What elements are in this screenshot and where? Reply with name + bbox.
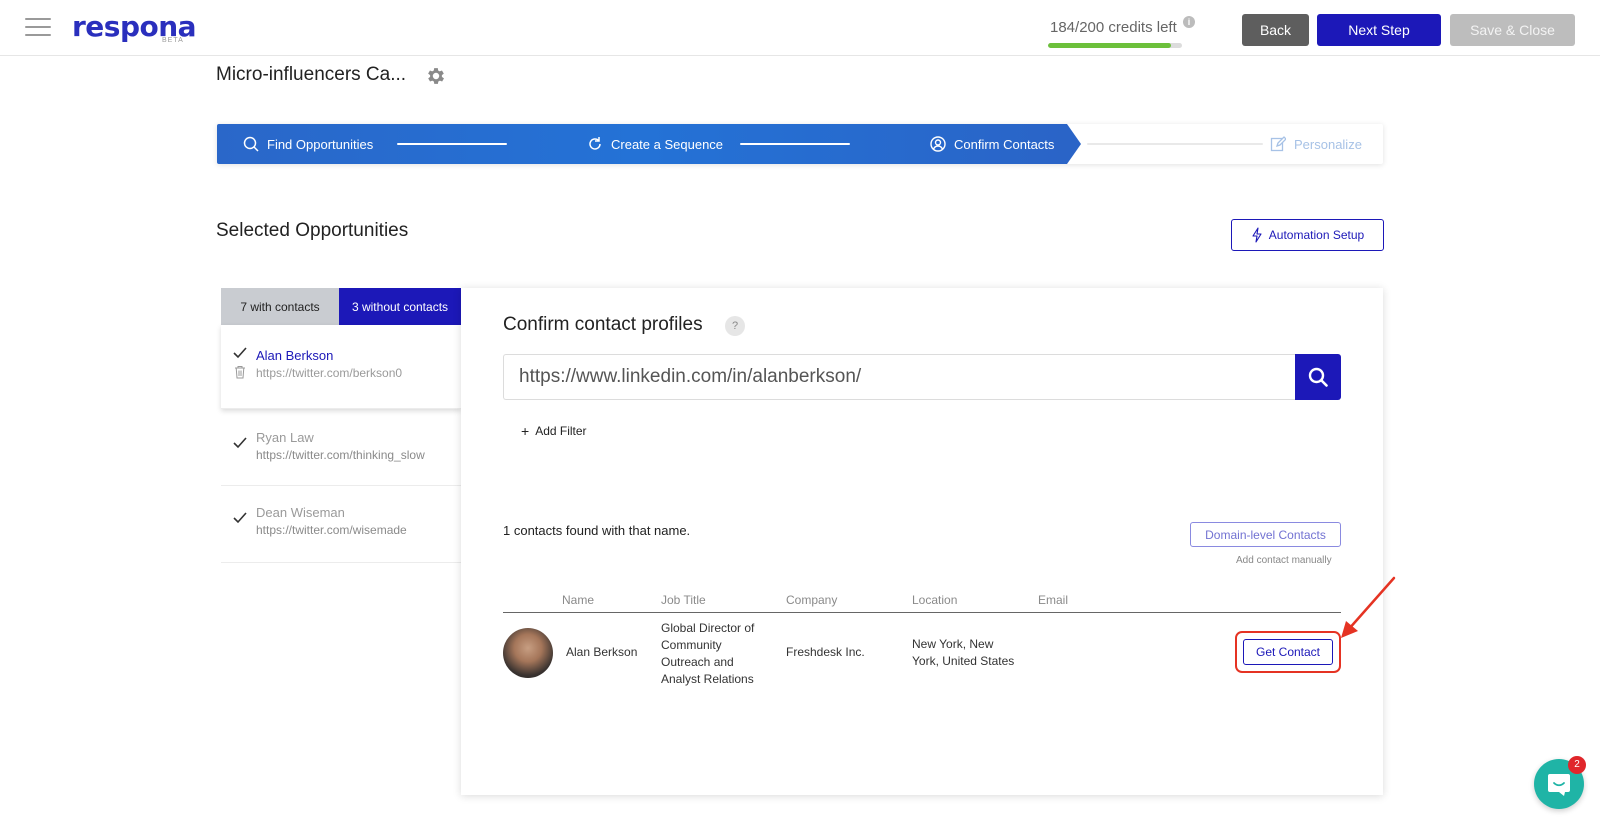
column-header-location: Location [912,593,958,607]
check-icon [233,512,247,524]
hamburger-icon[interactable] [25,18,51,38]
contact-location: New York, New York, United States [912,636,1014,670]
opportunity-name: Dean Wiseman [256,505,345,520]
credits-progress-bar [1048,43,1182,48]
job-title-line: Global Director of [661,621,755,635]
table-row: Alan Berkson Global Director of Communit… [503,620,1341,690]
opportunity-name: Alan Berkson [256,348,334,363]
location-line: New York, New [912,637,994,651]
results-count-text: 1 contacts found with that name. [503,523,691,538]
trash-icon[interactable] [234,365,246,379]
card-title: Confirm contact profiles [503,314,703,335]
step-label: Personalize [1294,136,1362,152]
campaign-title: Micro-influencers Ca... [216,64,407,85]
annotation-arrow-icon [1341,576,1396,638]
contacts-tabs: 7 with contacts 3 without contacts [221,288,461,325]
top-bar: respona BETA 184/200 credits left i Back… [0,0,1600,56]
check-icon [233,437,247,449]
get-contact-button[interactable]: Get Contact [1243,639,1333,665]
credits-progress-fill [1048,43,1172,48]
automation-setup-label: Automation Setup [1268,228,1365,242]
plus-icon: + [521,423,530,439]
step-label: Create a Sequence [611,136,724,152]
add-filter-label: Add Filter [535,424,587,438]
gear-icon[interactable] [425,65,447,87]
tab-with-contacts[interactable]: 7 with contacts [221,288,339,325]
opportunity-name: Ryan Law [256,430,314,445]
list-item[interactable]: Alan Berkson https://twitter.com/berkson… [221,325,461,409]
step-label: Find Opportunities [267,136,374,152]
chat-icon [1548,774,1570,796]
check-icon [233,347,247,359]
add-contact-manually-link[interactable]: Add contact manually [1236,555,1332,566]
save-close-button[interactable]: Save & Close [1450,14,1575,46]
search-icon [243,136,259,152]
search-icon [1308,367,1328,387]
step-personalize[interactable]: Personalize [1270,124,1362,164]
automation-setup-button[interactable]: Automation Setup [1231,219,1384,251]
help-icon[interactable]: ? [725,316,745,336]
avatar [503,628,553,678]
logo-beta-badge: BETA [162,37,184,44]
user-circle-icon [930,136,946,152]
step-confirm-contacts[interactable]: Confirm Contacts [930,124,1054,164]
step-label: Confirm Contacts [954,136,1055,152]
column-header-company: Company [786,593,838,607]
list-item[interactable]: Ryan Law https://twitter.com/thinking_sl… [221,409,461,486]
contact-company: Freshdesk Inc. [786,645,865,659]
contact-name: Alan Berkson [566,645,638,659]
search-button[interactable] [1295,354,1341,400]
location-line: York, United States [912,654,1015,668]
opportunity-url: https://twitter.com/thinking_slow [256,448,425,462]
opportunity-list: Alan Berkson https://twitter.com/berkson… [221,325,461,563]
column-header-email: Email [1038,593,1069,607]
tab-without-contacts[interactable]: 3 without contacts [339,288,461,325]
section-title: Selected Opportunities [216,220,409,241]
credits-text: 184/200 credits left [1050,19,1177,36]
search-input[interactable] [503,354,1295,400]
column-header-job-title: Job Title [661,593,706,607]
step-create-sequence[interactable]: Create a Sequence [587,124,723,164]
job-title-line: Community [661,638,722,652]
step-connector [740,143,850,145]
info-icon[interactable]: i [1183,16,1195,28]
lightning-icon [1252,227,1262,243]
job-title-line: Outreach and [661,655,734,669]
table-header: Name Job Title Company Location Email [503,593,1341,613]
list-item[interactable]: Dean Wiseman https://twitter.com/wisemad… [221,486,461,563]
contact-job-title: Global Director of Community Outreach an… [661,620,754,688]
step-connector [1087,143,1263,145]
next-step-button[interactable]: Next Step [1317,14,1441,46]
chat-notification-badge: 2 [1568,756,1586,774]
step-find-opportunities[interactable]: Find Opportunities [243,124,373,164]
opportunity-url: https://twitter.com/berkson0 [256,366,403,380]
opportunity-url: https://twitter.com/wisemade [256,523,407,537]
campaign-stepper: Find Opportunities Create a Sequence Con… [217,124,1383,164]
refresh-icon [589,137,601,150]
column-header-name: Name [562,593,595,607]
back-button[interactable]: Back [1242,14,1309,46]
job-title-line: Analyst Relations [661,672,754,686]
domain-level-contacts-button[interactable]: Domain-level Contacts [1190,522,1341,547]
edit-icon [1270,136,1286,152]
confirm-contacts-card: Confirm contact profiles ? + Add Filter … [461,288,1383,795]
add-filter-button[interactable]: + Add Filter [521,423,587,439]
step-connector [397,143,507,145]
